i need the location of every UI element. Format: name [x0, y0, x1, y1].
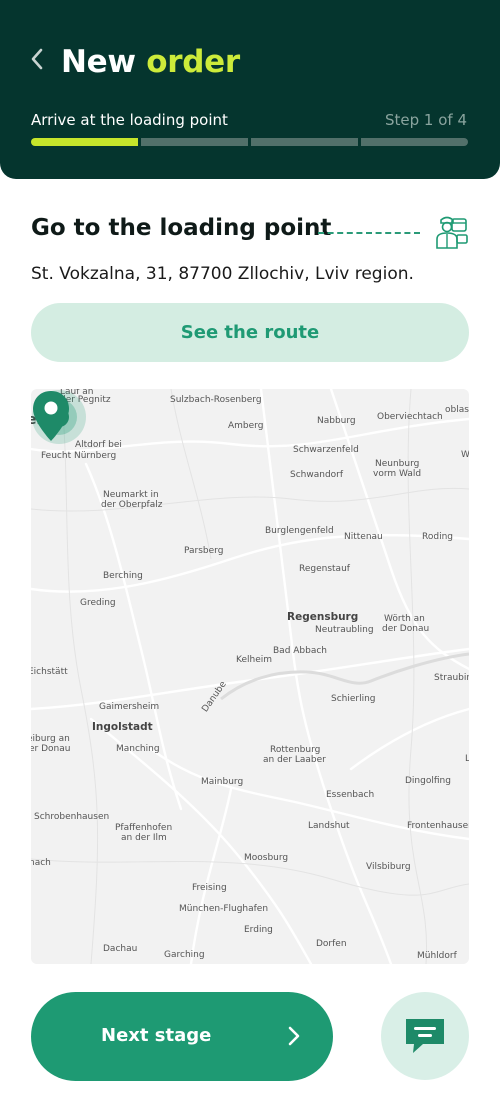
map-view[interactable]: Lauf an der Pegnitz Sulzbach-Rosenberg A… — [31, 389, 469, 964]
delivery-worker-icon — [436, 216, 468, 249]
map-label: Greding — [80, 598, 116, 608]
map-label: Neunburg — [375, 459, 420, 469]
map-label: Eichstätt — [31, 667, 68, 677]
step-label: Arrive at the loading point — [31, 111, 228, 129]
map-label: der Donau — [382, 624, 430, 634]
map-label: Feucht Nürnberg — [41, 451, 117, 461]
map-label: Schrobenhausen — [34, 812, 110, 822]
map-label: Parsberg — [184, 546, 224, 556]
map-label: Dorfen — [316, 939, 347, 949]
page-title-main: New — [61, 44, 136, 80]
map-label: Moosburg — [244, 853, 289, 863]
map-label: der Oberpfalz — [101, 500, 163, 510]
map-label: vorm Wald — [373, 469, 422, 479]
map-label: Berching — [103, 571, 143, 581]
next-stage-button[interactable]: Next stage — [31, 992, 333, 1081]
map-label: Dingolfing — [405, 776, 451, 786]
map-label: Essenbach — [326, 790, 375, 800]
see-route-label: See the route — [180, 322, 320, 343]
map-label: Garching — [164, 950, 205, 960]
chat-bubble-icon — [406, 1019, 444, 1053]
map-label: Amberg — [228, 421, 264, 431]
map-label: München-Flughafen — [179, 904, 269, 914]
map-label: Sulzbach-Rosenberg — [170, 395, 262, 405]
map-label: Manching — [116, 744, 160, 754]
map-label: Schierling — [331, 694, 376, 704]
map-label: Frontenhausen — [407, 821, 469, 831]
step-count: Step 1 of 4 — [384, 111, 467, 129]
chat-button[interactable] — [381, 992, 469, 1080]
map-label: Schwandorf — [290, 470, 344, 480]
progress-segment — [361, 138, 468, 146]
map-label: eiburg an — [31, 734, 70, 744]
map-label: Landshut — [308, 821, 350, 831]
page-title-accent: order — [146, 44, 240, 80]
progress-bar — [31, 138, 468, 146]
chevron-right-icon — [288, 1026, 300, 1046]
map-label: Mühldorf — [417, 951, 457, 961]
map-label: Pfaffenhofen — [115, 823, 173, 833]
map-label: Burglengenfeld — [265, 526, 334, 536]
map-label: an der Ilm — [121, 833, 167, 843]
map-label: Kelheim — [236, 655, 272, 665]
map-label: Mainburg — [201, 777, 244, 787]
map-label: nach — [31, 858, 51, 868]
next-stage-label: Next stage — [101, 1025, 212, 1046]
see-route-button[interactable]: See the route — [31, 303, 469, 362]
map-label: Dachau — [103, 944, 138, 954]
map-label: Nabburg — [317, 416, 356, 426]
chevron-left-icon[interactable] — [26, 46, 48, 72]
progress-segment — [31, 138, 138, 146]
map-label: L — [465, 754, 469, 764]
map-label: Gaimersheim — [99, 702, 160, 712]
map-label: Nittenau — [344, 532, 383, 542]
map-label: Freising — [192, 883, 227, 893]
dashed-divider — [318, 232, 420, 234]
map-label: Neumarkt in — [103, 490, 159, 500]
map-label: Erding — [244, 925, 273, 935]
map-label: Regensburg — [287, 611, 359, 623]
map-label: Oberviechtach — [377, 412, 443, 422]
map-label: Ingolstadt — [92, 721, 153, 733]
map-label: Neutraubling — [315, 625, 374, 635]
section-title: Go to the loading point — [31, 215, 332, 241]
map-label: an der Laaber — [263, 755, 326, 765]
map-label: Straubin — [434, 673, 469, 683]
map-label: Rottenburg — [270, 745, 321, 755]
page-title: New order — [61, 44, 240, 80]
map-label: Regenstauf — [299, 564, 350, 574]
map-label: Vilsbiburg — [366, 862, 411, 872]
map-label: Roding — [422, 532, 453, 542]
map-pin-icon[interactable] — [31, 389, 71, 443]
map-label: W — [461, 450, 469, 460]
map-label: er Donau — [31, 744, 71, 754]
header: New order Arrive at the loading point St… — [0, 0, 500, 179]
map-label: oblas — [445, 405, 469, 415]
progress-segment — [251, 138, 358, 146]
map-label: Schwarzenfeld — [293, 445, 359, 455]
map-label: Bad Abbach — [273, 646, 328, 656]
map-label: Wörth an — [384, 614, 425, 624]
progress-segment — [141, 138, 248, 146]
loading-address: St. Vokzalna, 31, 87700 Zllochiv, Lviv r… — [31, 264, 414, 284]
